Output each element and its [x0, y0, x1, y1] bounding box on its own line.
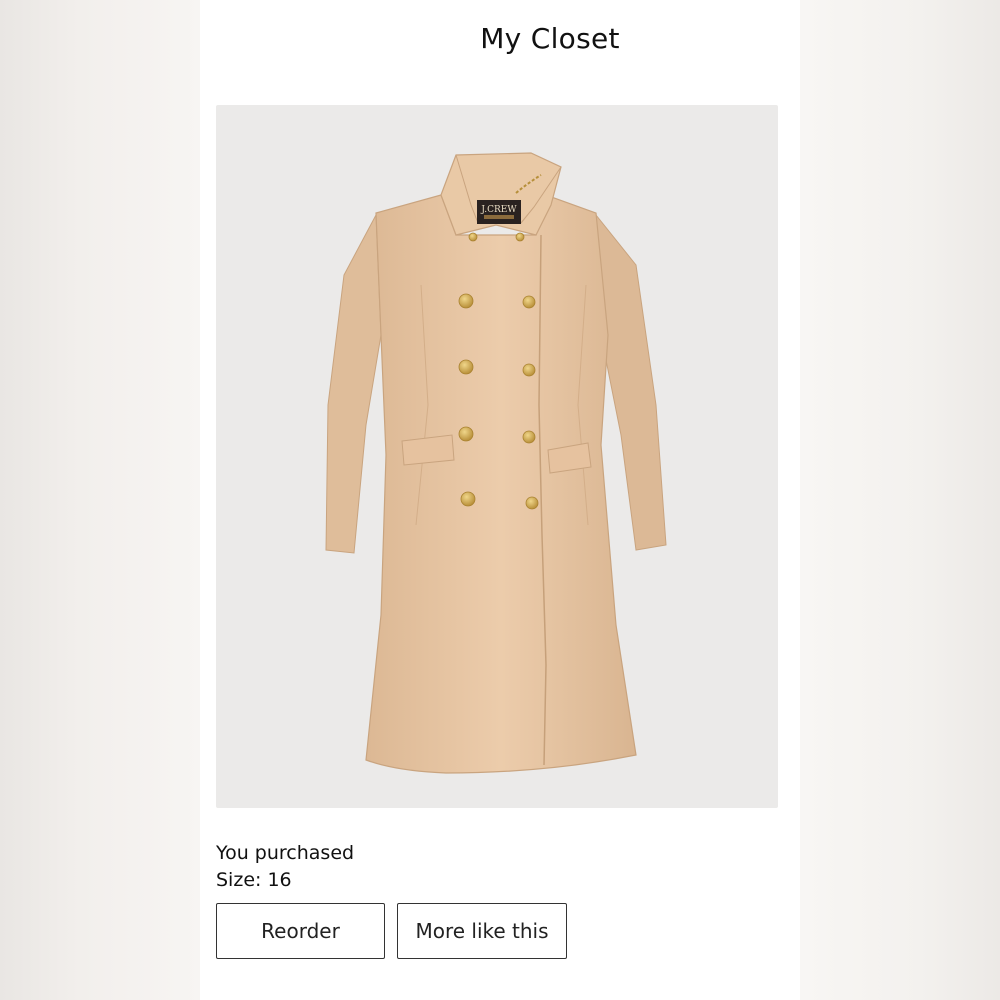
action-buttons: Reorder More like this: [216, 903, 567, 959]
coat-image-icon: J.CREW: [325, 152, 667, 774]
product-image[interactable]: J.CREW: [216, 105, 778, 808]
purchase-size: Size: 16: [216, 869, 292, 891]
background-right: [800, 0, 1000, 1000]
brand-label-icon: J.CREW: [480, 205, 517, 215]
closet-card: My Closet J.CREW You purchased Size: 16 …: [200, 0, 800, 1000]
purchase-info: You purchased Size: 16: [216, 840, 354, 894]
purchase-status: You purchased: [216, 842, 355, 864]
page-title: My Closet: [480, 22, 620, 55]
reorder-button[interactable]: Reorder: [216, 903, 385, 959]
background-left: [0, 0, 200, 1000]
more-like-this-button[interactable]: More like this: [397, 903, 567, 959]
